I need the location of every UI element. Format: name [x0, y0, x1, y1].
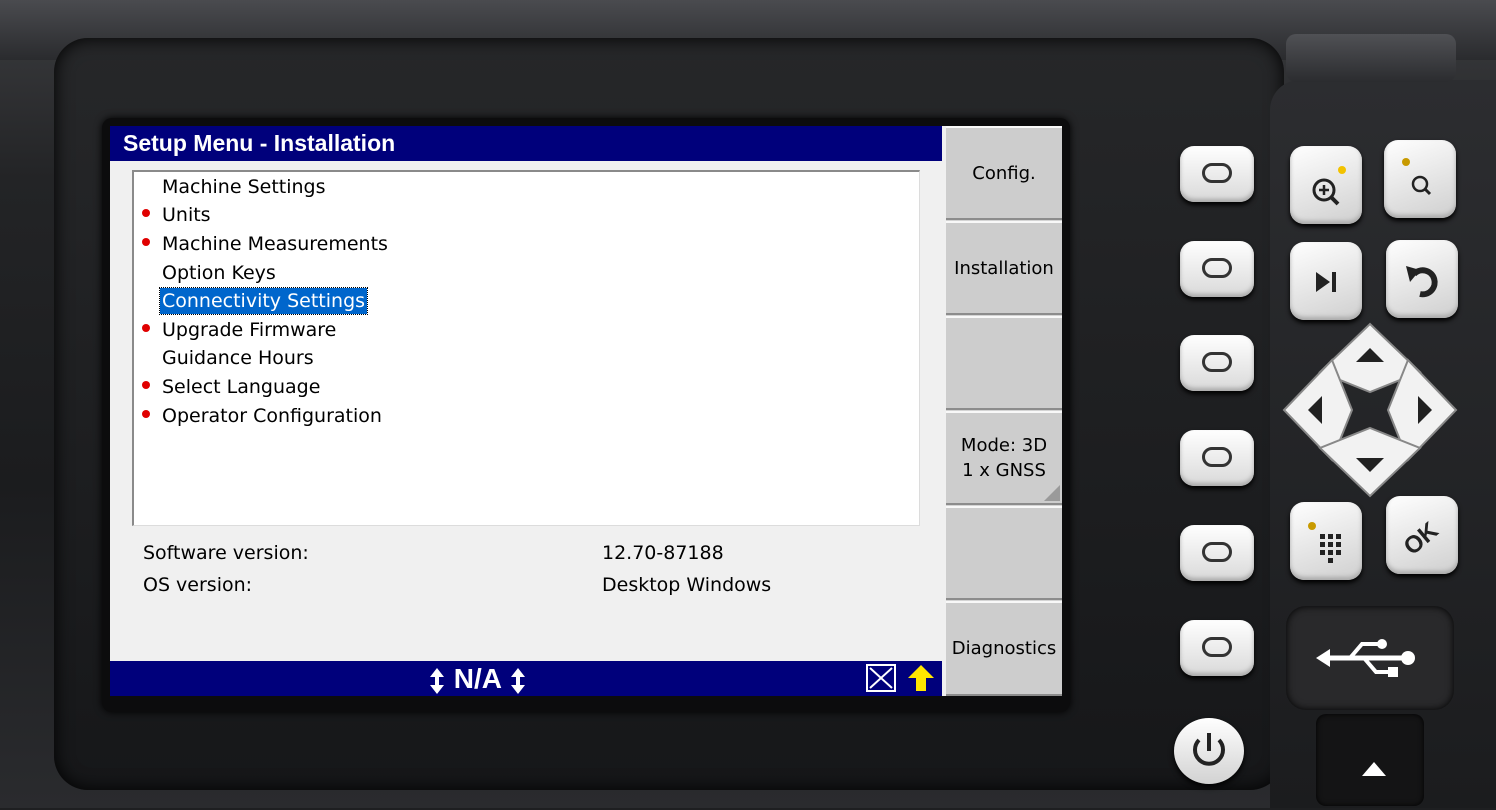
- ok-button[interactable]: OK: [1386, 496, 1458, 574]
- alert-dot: [142, 324, 150, 332]
- softkey-4-button[interactable]: [1180, 430, 1254, 486]
- alert-dot: [142, 410, 150, 418]
- keypad-button[interactable]: [1290, 502, 1362, 580]
- dropdown-corner-icon: [1044, 485, 1060, 501]
- usb-port-cover: [1286, 606, 1454, 710]
- empty-softkey-5[interactable]: [946, 506, 1062, 600]
- undo-icon: [1406, 266, 1438, 298]
- os-version-label: OS version:: [143, 574, 253, 596]
- status-text: N/A: [453, 663, 501, 694]
- alert-dot: [142, 238, 150, 246]
- speaker-grille: [1286, 34, 1456, 82]
- menu-item-machine-measurements[interactable]: Machine Measurements: [160, 231, 390, 257]
- software-version-value: 12.70-87188: [602, 542, 724, 564]
- menu-item-option-keys[interactable]: Option Keys: [160, 260, 278, 286]
- o-softkey-icon: [1202, 637, 1232, 657]
- zoom-in-icon: [1312, 166, 1346, 206]
- usb-icon: [1316, 639, 1415, 677]
- ok-label: OK: [1399, 517, 1444, 561]
- installation-button[interactable]: Installation: [946, 221, 1062, 315]
- softkey-5-button[interactable]: [1180, 525, 1254, 581]
- status-bar: N/A: [110, 661, 942, 696]
- o-softkey-icon: [1202, 163, 1232, 183]
- up-down-arrow-icon: [510, 667, 525, 694]
- o-softkey-icon: [1202, 542, 1232, 562]
- o-softkey-icon: [1202, 447, 1232, 467]
- undo-button[interactable]: [1386, 240, 1458, 318]
- eject-slot[interactable]: [1316, 714, 1424, 806]
- empty-softkey-3[interactable]: [946, 316, 1062, 410]
- menu-item-connectivity-settings[interactable]: Connectivity Settings: [158, 287, 369, 315]
- softkey-1-button[interactable]: [1180, 146, 1254, 202]
- diagnostics-button[interactable]: Diagnostics: [946, 601, 1062, 696]
- os-version-value: Desktop Windows: [602, 574, 772, 596]
- menu-item-guidance-hours[interactable]: Guidance Hours: [160, 345, 316, 371]
- menu-item-units[interactable]: Units: [160, 202, 213, 228]
- screen: Setup Menu - Installation Machine Settin…: [110, 126, 1062, 696]
- menu-item-operator-configuration[interactable]: Operator Configuration: [160, 403, 384, 429]
- up-down-arrow-icon: [430, 667, 444, 694]
- o-softkey-icon: [1202, 258, 1232, 278]
- software-version-label: Software version:: [143, 542, 309, 564]
- skip-button[interactable]: [1290, 242, 1362, 320]
- setup-menu-list[interactable]: Machine Settings Units Machine Measureme…: [132, 170, 920, 526]
- softkey-6-button[interactable]: [1180, 620, 1254, 676]
- softkey-2-button[interactable]: [1180, 241, 1254, 297]
- alert-dot: [142, 209, 150, 217]
- skip-icon: [1316, 272, 1336, 292]
- keypad-icon: [1308, 522, 1341, 563]
- zoom-in-button[interactable]: [1290, 146, 1362, 224]
- page-title: Setup Menu - Installation: [110, 126, 942, 161]
- warning-up-arrow-icon[interactable]: [906, 663, 936, 693]
- menu-item-upgrade-firmware[interactable]: Upgrade Firmware: [160, 317, 338, 343]
- power-button[interactable]: [1174, 718, 1244, 784]
- power-icon: [1193, 733, 1225, 766]
- alert-dot: [142, 381, 150, 389]
- search-icon: [1402, 158, 1432, 196]
- softkey-3-button[interactable]: [1180, 335, 1254, 391]
- eject-arrow-icon: [1362, 762, 1386, 776]
- search-button[interactable]: [1384, 140, 1456, 218]
- mode-label: Mode: 3D 1 x GNSS: [960, 435, 1048, 481]
- menu-item-select-language[interactable]: Select Language: [160, 374, 322, 400]
- config-button[interactable]: Config.: [946, 126, 1062, 220]
- softkey-sidebar: Config. Installation Mode: 3D 1 x GNSS D…: [946, 126, 1062, 696]
- o-softkey-icon: [1202, 352, 1232, 372]
- menu-item-machine-settings[interactable]: Machine Settings: [160, 174, 328, 200]
- mode-button[interactable]: Mode: 3D 1 x GNSS: [946, 411, 1062, 505]
- close-box-icon[interactable]: [866, 664, 896, 692]
- ok-icon: OK: [1399, 517, 1444, 561]
- direction-pad: [1280, 320, 1460, 500]
- status-indicator: N/A: [428, 661, 527, 696]
